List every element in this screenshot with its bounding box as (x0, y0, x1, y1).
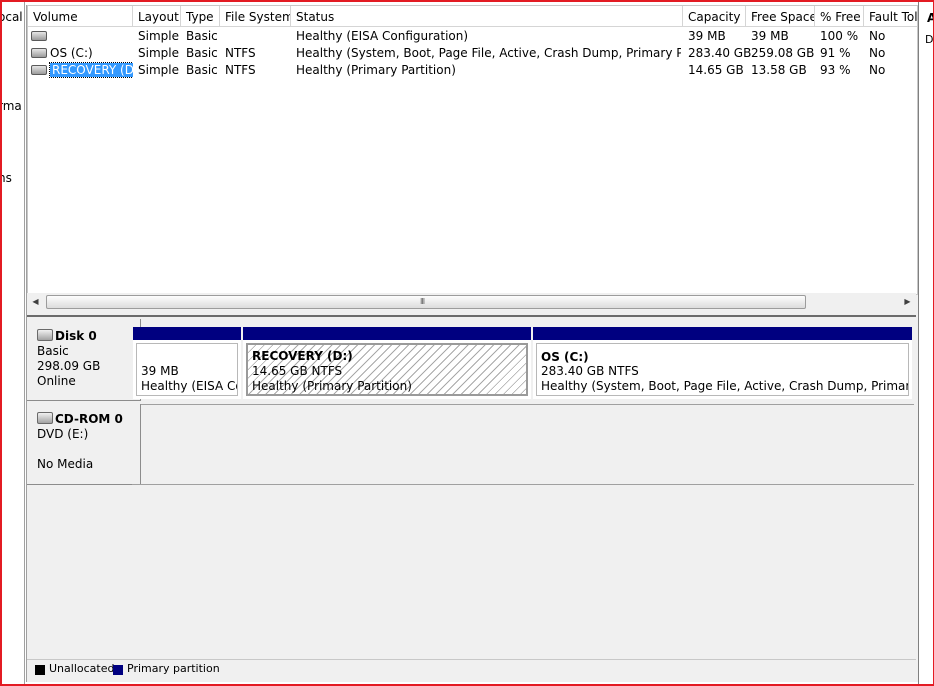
primary-partition-swatch (113, 665, 123, 675)
legend-label: Unallocated (49, 662, 115, 675)
partition-size: 14.65 GB NTFS (252, 364, 343, 378)
file-system-cell: NTFS (225, 63, 256, 77)
status-cell: Healthy (Primary Partition) (296, 63, 456, 77)
free-space-cell: 13.58 GB (751, 63, 807, 77)
primary-partition-bar (133, 327, 241, 340)
percent-free-cell: 100 % (820, 29, 859, 43)
cd-rom-icon (37, 412, 53, 424)
volume-row[interactable]: OS (C:) Simple Basic NTFS Healthy (Syste… (28, 45, 917, 62)
column-header-percent-free[interactable]: % Free (815, 6, 864, 26)
disk-media: No Media (37, 457, 94, 471)
column-header-free-space[interactable]: Free Space (746, 6, 815, 26)
horizontal-scrollbar[interactable]: ◀ III ▶ (27, 293, 916, 310)
fault-tolerance-cell: No (869, 46, 886, 60)
file-system-cell: NTFS (225, 46, 256, 60)
console-tree-text: ns (2, 171, 12, 185)
column-header-volume[interactable]: Volume (28, 6, 133, 26)
volume-row-selected[interactable]: RECOVERY (D:) Simple Basic NTFS Healthy … (28, 62, 917, 79)
volume-icon (31, 30, 47, 41)
layout-cell: Simple (138, 46, 179, 60)
disk-separator (132, 404, 914, 405)
disk-graphical-view[interactable]: Disk 0 Basic 298.09 GB Online 39 MB Heal… (27, 319, 918, 659)
disk-size: 298.09 GB (37, 359, 101, 373)
column-header-layout[interactable]: Layout (133, 6, 181, 26)
percent-free-cell: 91 % (820, 46, 851, 60)
volume-icon (31, 47, 47, 58)
fault-tolerance-cell: No (869, 63, 886, 77)
type-cell: Basic (186, 29, 218, 43)
partition-recovery[interactable]: RECOVERY (D:) 14.65 GB NTFS Healthy (Pri… (243, 327, 531, 399)
scroll-left-arrow-icon[interactable]: ◀ (27, 293, 44, 310)
layout-cell: Simple (138, 63, 179, 77)
partition-size: 39 MB (141, 364, 179, 378)
partition-eisa[interactable]: 39 MB Healthy (EISA Con (133, 327, 241, 399)
legend-bar: Unallocated Primary partition (27, 659, 916, 680)
partition-title: OS (C:) (541, 350, 589, 364)
scroll-right-arrow-icon[interactable]: ▶ (899, 293, 916, 310)
layout-cell: Simple (138, 29, 179, 43)
disk-name: Disk 0 (55, 329, 97, 343)
column-header-type[interactable]: Type (181, 6, 220, 26)
partition-status: Healthy (EISA Con (141, 379, 237, 393)
capacity-cell: 283.40 GB (688, 46, 752, 60)
disk-name: CD-ROM 0 (55, 412, 123, 426)
volume-cell: OS (C:) (31, 45, 131, 62)
disk-type: Basic (37, 344, 69, 358)
scrollbar-grip: III (420, 297, 425, 306)
console-tree-text: ocal (2, 10, 23, 24)
volume-icon (31, 64, 47, 75)
unallocated-swatch (35, 665, 45, 675)
volume-row[interactable]: Simple Basic Healthy (EISA Configuration… (28, 28, 917, 45)
percent-free-cell: 93 % (820, 63, 851, 77)
actions-pane-text: D (925, 33, 933, 46)
cdrom-0-label[interactable]: CD-ROM 0 DVD (E:) No Media (27, 404, 141, 485)
free-space-cell: 39 MB (751, 29, 789, 43)
hard-disk-icon (37, 329, 53, 341)
disk-0-label[interactable]: Disk 0 Basic 298.09 GB Online (27, 319, 141, 401)
volume-list[interactable]: Volume Layout Type File System Status Ca… (27, 5, 918, 295)
column-header-status[interactable]: Status (291, 6, 683, 26)
actions-pane[interactable]: A D (918, 2, 933, 684)
disk-type: DVD (E:) (37, 427, 89, 441)
actions-pane-text: A (927, 11, 933, 25)
disk-state: Online (37, 374, 76, 388)
capacity-cell: 14.65 GB (688, 63, 744, 77)
primary-partition-bar (533, 327, 912, 340)
capacity-cell: 39 MB (688, 29, 726, 43)
legend-label: Primary partition (127, 662, 220, 675)
partition-os[interactable]: OS (C:) 283.40 GB NTFS Healthy (System, … (533, 327, 912, 399)
disk-management-main: Volume Layout Type File System Status Ca… (26, 5, 918, 682)
free-space-cell: 259.08 GB (751, 46, 815, 60)
partition-title: RECOVERY (D:) (252, 349, 353, 363)
volume-cell: RECOVERY (D:) (31, 62, 133, 79)
type-cell: Basic (186, 46, 218, 60)
scrollbar-thumb[interactable]: III (46, 295, 806, 309)
pane-splitter[interactable] (27, 310, 916, 319)
partition-size: 283.40 GB NTFS (541, 364, 639, 378)
disk-separator (132, 484, 914, 485)
primary-partition-bar (243, 327, 531, 340)
column-header-file-system[interactable]: File System (220, 6, 291, 26)
status-cell: Healthy (System, Boot, Page File, Active… (296, 46, 681, 60)
type-cell: Basic (186, 63, 218, 77)
console-tree-pane[interactable]: ocal rma ns (2, 2, 25, 684)
status-cell: Healthy (EISA Configuration) (296, 29, 469, 43)
column-header-row: Volume Layout Type File System Status Ca… (28, 6, 917, 27)
column-header-capacity[interactable]: Capacity (683, 6, 746, 26)
volume-cell (31, 28, 131, 45)
partition-status: Healthy (Primary Partition) (252, 379, 412, 393)
fault-tolerance-cell: No (869, 29, 886, 43)
partition-status: Healthy (System, Boot, Page File, Active… (541, 379, 908, 393)
console-tree-text: rma (2, 99, 22, 113)
column-header-fault-tolerance[interactable]: Fault Tol (864, 6, 917, 26)
selected-partition-hatch: RECOVERY (D:) 14.65 GB NTFS Healthy (Pri… (246, 343, 528, 396)
